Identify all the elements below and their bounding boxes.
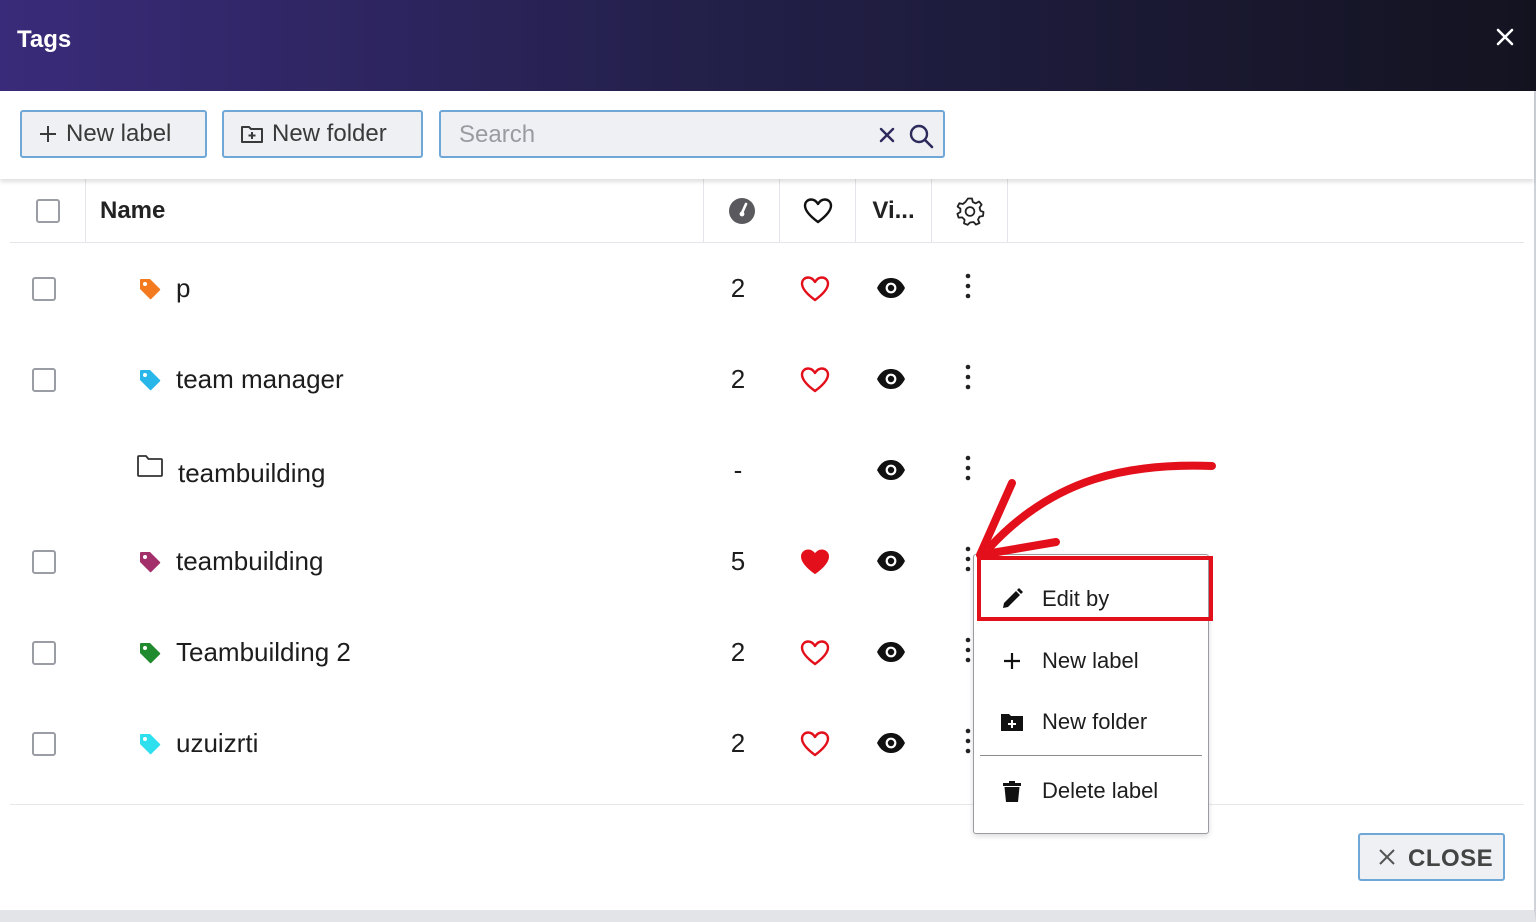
row-count: 2 <box>730 273 746 303</box>
eye-icon[interactable] <box>876 732 906 754</box>
row-name: teambuilding <box>178 458 326 488</box>
heart-filled-icon[interactable] <box>800 549 830 575</box>
header-favorite-cell[interactable] <box>780 179 856 243</box>
folder-plus-icon <box>1001 714 1023 731</box>
heart-outline-icon[interactable] <box>800 367 830 393</box>
row-checkbox[interactable] <box>32 277 56 301</box>
heart-outline-icon[interactable] <box>800 276 830 302</box>
select-all-checkbox[interactable] <box>35 199 60 223</box>
new-folder-button[interactable]: New folder <box>222 110 423 158</box>
more-options-icon[interactable] <box>956 453 980 485</box>
table-header: Name Vi... <box>10 179 1524 243</box>
row-checkbox[interactable] <box>32 368 56 392</box>
eye-icon[interactable] <box>876 277 906 299</box>
table-row[interactable]: Teambuilding 2 2 <box>10 607 1524 698</box>
plus-icon <box>40 126 56 142</box>
column-header-name: Name <box>100 197 166 224</box>
row-name: teambuilding <box>176 546 324 576</box>
row-count: 2 <box>730 728 746 758</box>
more-options-icon[interactable] <box>956 362 980 394</box>
row-name: p <box>176 273 191 303</box>
menu-item-edit-by[interactable]: Edit by <box>974 571 1208 627</box>
menu-item-label: Delete label <box>1042 778 1159 803</box>
tags-dialog: Tags New label New folder Name <box>0 0 1536 922</box>
search-input[interactable] <box>459 120 859 150</box>
row-checkbox[interactable] <box>32 732 56 756</box>
gauge-icon <box>728 198 755 224</box>
search-icon[interactable] <box>907 122 935 150</box>
menu-item-new-folder[interactable]: New folder <box>974 694 1208 750</box>
tag-icon <box>140 370 161 391</box>
row-name: Teambuilding 2 <box>176 637 351 667</box>
row-count: - <box>733 455 743 485</box>
header-select-cell <box>10 179 86 243</box>
row-checkbox[interactable] <box>32 641 56 665</box>
header-visible-cell[interactable]: Vi... <box>856 179 932 243</box>
table-bottom-divider <box>10 804 1524 805</box>
menu-item-new-label[interactable]: New label <box>974 633 1208 689</box>
new-folder-button-label: New folder <box>272 120 387 147</box>
close-icon <box>1379 849 1395 865</box>
search-box <box>439 110 945 158</box>
toolbar: New label New folder <box>0 91 1534 179</box>
pencil-icon <box>1003 588 1023 608</box>
folder-plus-icon <box>241 126 263 143</box>
tag-icon <box>140 552 161 573</box>
tag-icon <box>140 279 161 300</box>
column-header-visible: Vi... <box>872 197 915 224</box>
gear-icon <box>956 197 984 226</box>
new-label-button[interactable]: New label <box>20 110 207 158</box>
row-checkbox[interactable] <box>32 550 56 574</box>
row-count: 5 <box>730 546 746 576</box>
close-button[interactable]: CLOSE <box>1358 833 1505 881</box>
header-settings-cell[interactable] <box>932 179 1008 243</box>
folder-icon <box>137 455 163 477</box>
tags-table: Name Vi... p 2 team manager 2 teambuildi… <box>10 179 1524 805</box>
trash-icon <box>1003 781 1021 802</box>
more-options-icon[interactable] <box>956 271 980 303</box>
new-label-button-label: New label <box>66 120 172 147</box>
eye-icon[interactable] <box>876 368 906 390</box>
menu-item-delete-label[interactable]: Delete label <box>974 763 1208 819</box>
tag-icon <box>140 643 161 664</box>
table-row[interactable]: uzuizrti 2 <box>10 698 1524 789</box>
plus-icon <box>1004 653 1020 669</box>
table-row[interactable]: teambuilding - <box>10 425 1524 516</box>
heart-outline-icon[interactable] <box>800 640 830 666</box>
dialog-titlebar: Tags <box>0 0 1536 91</box>
menu-item-label: New folder <box>1042 709 1148 734</box>
table-row[interactable]: teambuilding 5 <box>10 516 1524 607</box>
close-icon[interactable] <box>1490 22 1520 52</box>
row-count: 2 <box>730 637 746 667</box>
context-menu: Edit by New label New folder Delete labe… <box>973 554 1209 834</box>
table-row[interactable]: team manager 2 <box>10 334 1524 425</box>
menu-item-label: New label <box>1042 648 1139 673</box>
header-count-cell[interactable] <box>704 179 780 243</box>
eye-icon[interactable] <box>876 641 906 663</box>
eye-icon[interactable] <box>876 459 906 481</box>
close-button-label: CLOSE <box>1408 845 1494 872</box>
heart-outline-icon[interactable] <box>800 731 830 757</box>
header-name-cell[interactable]: Name <box>86 179 704 243</box>
row-name: uzuizrti <box>176 728 259 758</box>
menu-item-label: Edit by <box>1042 586 1110 611</box>
row-name: team manager <box>176 364 344 394</box>
clear-search-icon[interactable] <box>875 123 899 147</box>
eye-icon[interactable] <box>876 550 906 572</box>
dialog-title: Tags <box>17 26 72 53</box>
menu-divider <box>980 755 1202 756</box>
tag-icon <box>140 734 161 755</box>
table-row[interactable]: p 2 <box>10 243 1524 334</box>
row-count: 2 <box>730 364 746 394</box>
heart-icon <box>803 198 832 224</box>
